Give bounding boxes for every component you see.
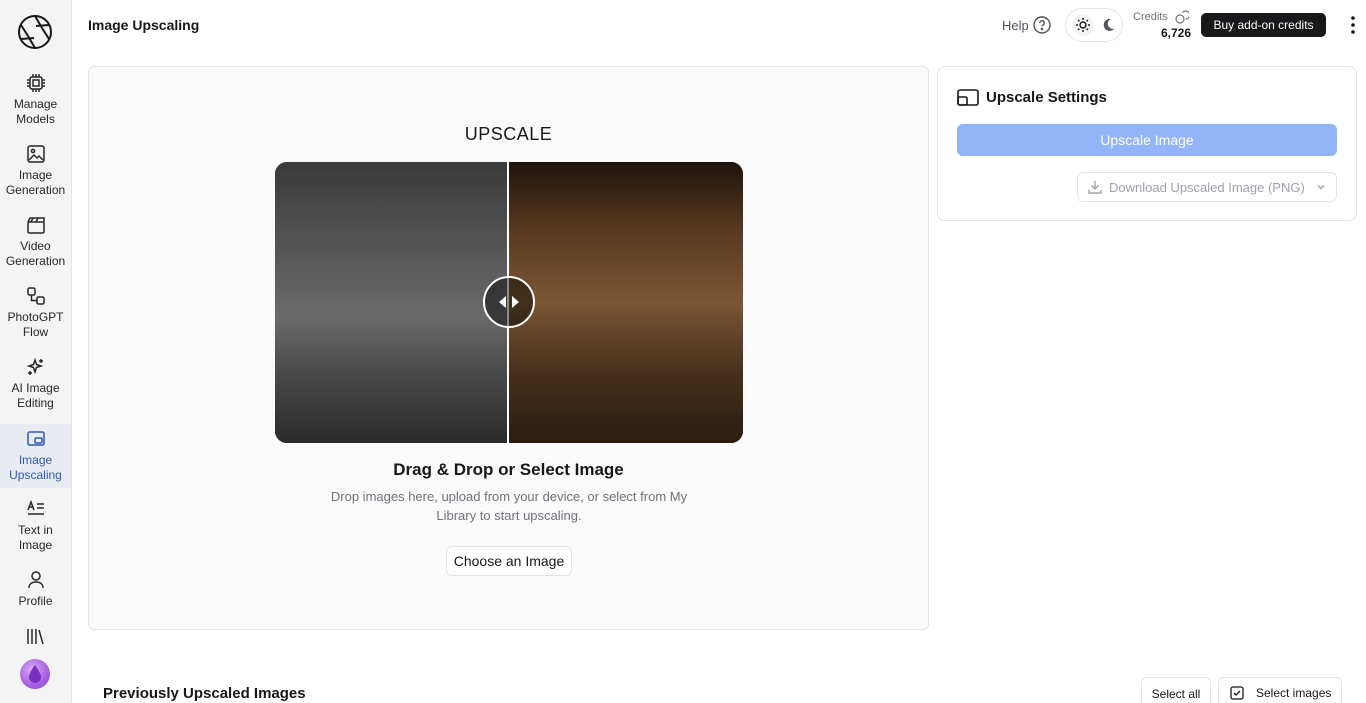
image-icon: [26, 145, 45, 163]
more-options-icon[interactable]: [1345, 14, 1361, 36]
download-label: Download Upscaled Image (PNG): [1109, 179, 1305, 195]
upscale-settings-panel: Upscale Settings Upscale Image Download …: [937, 66, 1357, 221]
sidebar-item-label: Video Generation: [5, 239, 66, 268]
credits-label: Credits: [1133, 11, 1168, 23]
upscale-heading: UPSCALE: [464, 124, 553, 144]
credits-value: 6,726: [1160, 26, 1191, 40]
chevron-down-icon: [1317, 185, 1325, 190]
upscale-icon: [26, 431, 45, 446]
buy-credits-button[interactable]: Buy add-on credits: [1201, 13, 1326, 37]
light-mode-button[interactable]: [1072, 14, 1094, 36]
sidebar: Manage Models Image Generation Video Gen…: [0, 0, 72, 703]
previous-images-title: Previously Upscaled Images: [103, 685, 306, 702]
sparkles-icon: [26, 357, 43, 375]
sidebar-item-manage-models[interactable]: Manage Models: [0, 73, 71, 131]
select-images-label: Select images: [1256, 686, 1332, 700]
sidebar-item-label: PhotoGPT Flow: [7, 310, 64, 339]
sidebar-item-video-generation[interactable]: Video Generation: [0, 215, 71, 273]
after-image: [509, 162, 743, 443]
sidebar-item-label: Image Upscaling: [9, 453, 62, 482]
checkbox-icon: [1230, 686, 1244, 700]
coins-icon: [1175, 10, 1189, 24]
moon-icon[interactable]: [1098, 15, 1118, 35]
sidebar-item-label: Manage Models: [13, 97, 58, 126]
help-button[interactable]: Help: [1002, 16, 1051, 34]
page-title: Image Upscaling: [88, 17, 200, 33]
avatar[interactable]: [20, 659, 50, 689]
sidebar-item-image-generation[interactable]: Image Generation: [0, 144, 71, 202]
library-icon[interactable]: [25, 626, 45, 646]
sun-icon: [1076, 18, 1090, 32]
sidebar-item-ai-image-editing[interactable]: AI Image Editing: [0, 357, 71, 415]
download-upscaled-button[interactable]: Download Upscaled Image (PNG): [1077, 172, 1337, 202]
sidebar-item-label: Image Generation: [5, 168, 66, 197]
sidebar-item-label: Text in Image: [18, 523, 53, 552]
text-icon: [26, 499, 44, 515]
sidebar-item-label: Profile: [18, 594, 53, 608]
workflow-icon: [26, 287, 45, 305]
sidebar-item-label: AI Image Editing: [11, 381, 60, 410]
upscale-icon: [957, 89, 979, 106]
credits-display: Credits 6,726: [1133, 10, 1191, 40]
settings-title: Upscale Settings: [986, 89, 1107, 106]
drop-icon: [29, 665, 41, 683]
upscale-image-button[interactable]: Upscale Image: [957, 124, 1337, 156]
dropzone-description: Drop images here, upload from your devic…: [330, 489, 688, 523]
chip-icon: [26, 74, 45, 92]
comparison-slider-handle[interactable]: [483, 276, 535, 328]
question-circle-icon: [1033, 16, 1051, 34]
select-all-button[interactable]: Select all: [1141, 677, 1211, 703]
dropzone-title: Drag & Drop or Select Image: [393, 460, 624, 479]
download-icon: [1088, 181, 1102, 194]
before-image: [275, 162, 509, 443]
sidebar-item-photogpt-flow[interactable]: PhotoGPT Flow: [0, 286, 71, 344]
before-after-comparison[interactable]: [275, 162, 743, 443]
aperture-logo-icon[interactable]: [17, 14, 53, 50]
choose-image-button[interactable]: Choose an Image: [446, 546, 572, 576]
select-images-button[interactable]: Select images: [1218, 677, 1342, 703]
user-icon: [27, 571, 44, 589]
arrows-left-right-icon: [499, 296, 519, 308]
help-label: Help: [1002, 17, 1029, 33]
upload-dropzone[interactable]: UPSCALE Drag & Drop or Select Image Drop…: [88, 66, 929, 630]
sidebar-item-profile[interactable]: Profile: [0, 570, 71, 612]
sidebar-item-image-upscaling[interactable]: Image Upscaling: [0, 424, 71, 488]
sidebar-item-text-in-image[interactable]: Text in Image: [0, 499, 71, 557]
theme-toggle[interactable]: [1065, 8, 1123, 42]
clapperboard-icon: [26, 217, 45, 234]
